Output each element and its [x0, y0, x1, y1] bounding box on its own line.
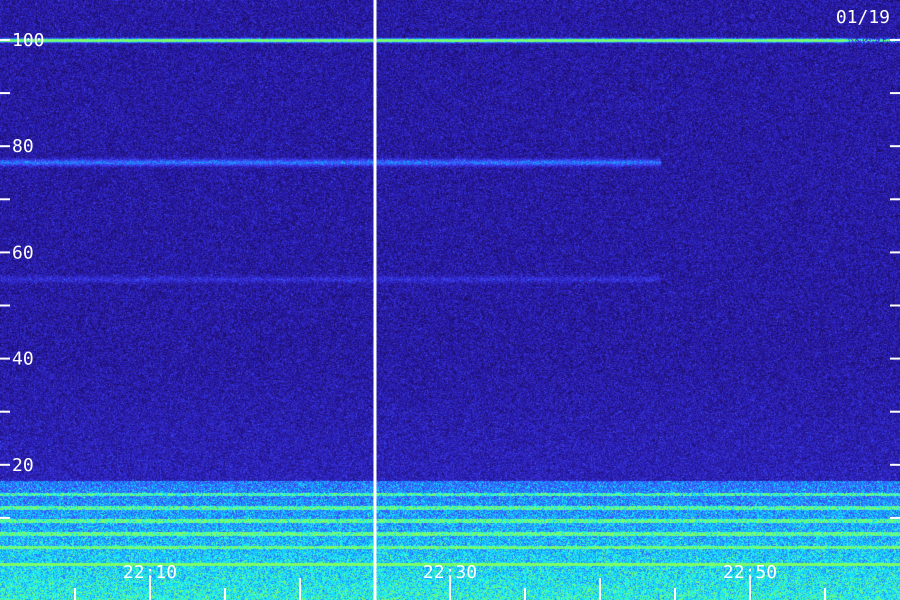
y-tick-label: 80 — [12, 136, 34, 157]
x-tick-label: 22:50 — [723, 562, 777, 583]
x-tick-label: 22:10 — [123, 562, 177, 583]
y-tick-label: 20 — [12, 455, 34, 476]
chart-overlay: 20 40 60 80 100 22:10 22:30 22:50 01/19 — [0, 0, 900, 600]
y-axis: 20 40 60 80 100 — [0, 30, 900, 519]
date-label: 01/19 — [836, 7, 890, 28]
spectrogram-frame: 20 40 60 80 100 22:10 22:30 22:50 01/19 — [0, 0, 900, 600]
x-tick-label: 22:30 — [423, 562, 477, 583]
y-tick-label: 100 — [12, 30, 45, 51]
y-tick-label: 40 — [12, 349, 34, 370]
y-tick-label: 60 — [12, 242, 34, 263]
x-axis: 22:10 22:30 22:50 — [74, 562, 826, 600]
